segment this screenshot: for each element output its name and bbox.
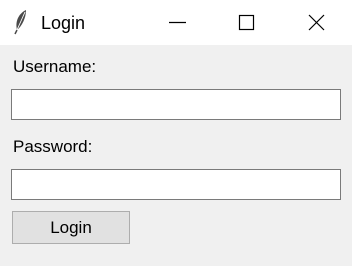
close-icon bbox=[308, 14, 325, 31]
window-title: Login bbox=[41, 13, 86, 33]
maximize-icon bbox=[238, 14, 255, 31]
password-label: Password: bbox=[13, 137, 93, 156]
minimize-icon bbox=[169, 21, 186, 24]
close-button[interactable] bbox=[293, 0, 339, 45]
username-input[interactable] bbox=[11, 89, 341, 120]
feather-icon bbox=[10, 9, 32, 35]
login-window: Login Username: Password: Login bbox=[0, 0, 352, 266]
title-bar[interactable]: Login bbox=[0, 0, 352, 45]
maximize-button[interactable] bbox=[223, 0, 269, 45]
login-button[interactable]: Login bbox=[12, 211, 130, 244]
minimize-button[interactable] bbox=[155, 0, 201, 45]
username-label: Username: bbox=[13, 57, 97, 76]
password-input[interactable] bbox=[11, 169, 341, 200]
